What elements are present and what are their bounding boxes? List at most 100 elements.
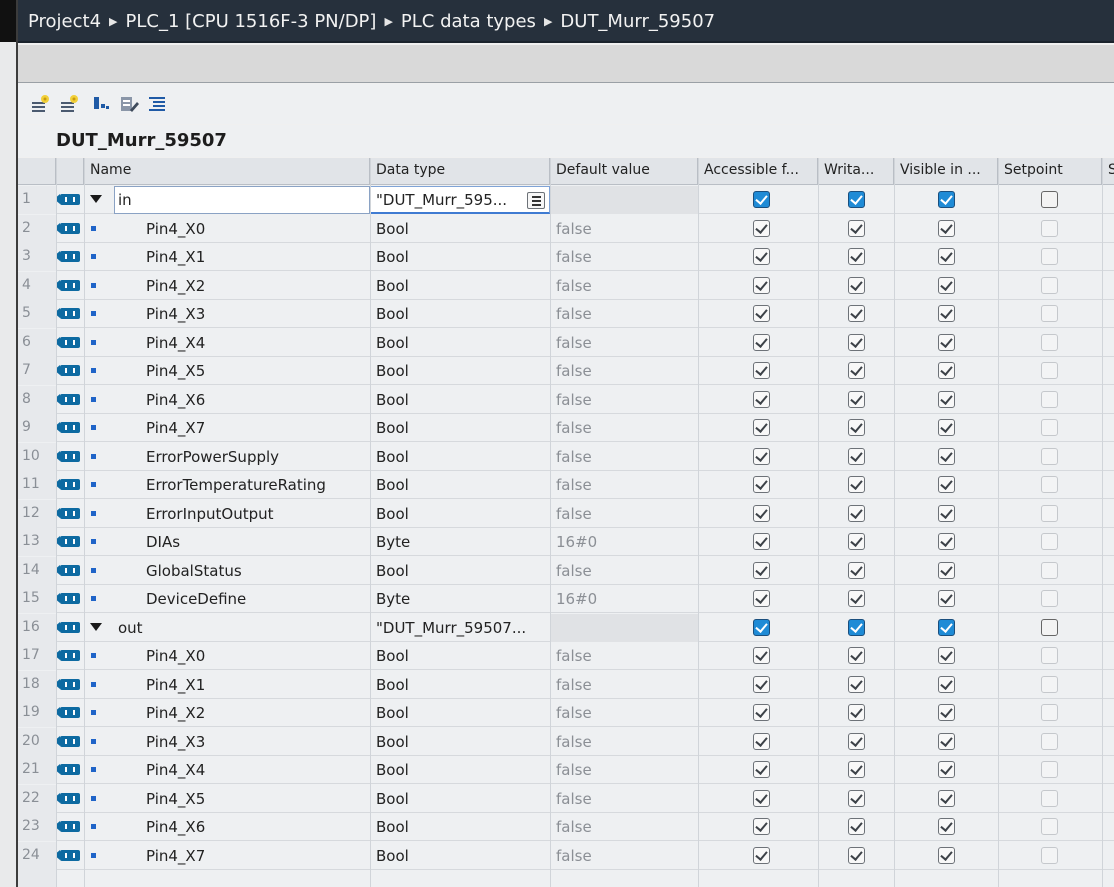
table-row[interactable]: 5 Pin4_X3 Bool false bbox=[18, 300, 1114, 328]
member-name[interactable]: ErrorInputOutput bbox=[114, 500, 370, 528]
member-default-value[interactable]: false bbox=[550, 756, 698, 784]
member-data-type[interactable]: Byte bbox=[370, 528, 550, 556]
member-name[interactable]: Pin4_X0 bbox=[114, 215, 370, 243]
breadcrumb-folder[interactable]: PLC data types bbox=[401, 11, 536, 32]
member-default-value[interactable]: false bbox=[550, 215, 698, 243]
writable-checkbox[interactable] bbox=[848, 191, 865, 208]
member-name[interactable]: Pin4_X7 bbox=[114, 842, 370, 870]
writable-checkbox[interactable] bbox=[848, 675, 865, 693]
column-header-writable[interactable]: Writa... bbox=[818, 158, 894, 185]
table-row[interactable]: 15 DeviceDefine Byte 16#0 bbox=[18, 585, 1114, 613]
accessible-checkbox[interactable] bbox=[753, 761, 770, 778]
member-name[interactable]: ErrorPowerSupply bbox=[114, 443, 370, 471]
list-view-icon[interactable] bbox=[146, 93, 168, 115]
member-data-type[interactable]: Bool bbox=[370, 329, 550, 357]
visible-checkbox[interactable] bbox=[938, 390, 955, 408]
member-name[interactable]: DeviceDefine bbox=[114, 585, 370, 613]
writable-checkbox[interactable] bbox=[848, 590, 865, 607]
member-name[interactable]: out bbox=[114, 614, 370, 642]
writable-checkbox[interactable] bbox=[848, 504, 865, 522]
member-default-value[interactable]: false bbox=[550, 272, 698, 300]
table-row[interactable]: 19 Pin4_X2 Bool false bbox=[18, 699, 1114, 727]
visible-checkbox[interactable] bbox=[938, 561, 955, 579]
table-row[interactable]: 14 GlobalStatus Bool false bbox=[18, 556, 1114, 585]
accessible-checkbox[interactable] bbox=[753, 276, 770, 294]
collapse-toggle-icon[interactable] bbox=[84, 186, 114, 214]
table-row[interactable]: 3 Pin4_X1 Bool false bbox=[18, 243, 1114, 271]
table-row[interactable]: 2 Pin4_X0 Bool false bbox=[18, 214, 1114, 243]
member-data-type[interactable]: Bool bbox=[370, 414, 550, 442]
table-row[interactable]: 23 Pin4_X6 Bool false bbox=[18, 813, 1114, 841]
visible-checkbox[interactable] bbox=[938, 675, 955, 693]
member-default-value[interactable]: false bbox=[550, 699, 698, 727]
member-name[interactable]: DIAs bbox=[114, 528, 370, 556]
expand-icon[interactable] bbox=[90, 93, 112, 115]
visible-checkbox[interactable] bbox=[938, 704, 955, 721]
member-name[interactable]: Pin4_X6 bbox=[114, 386, 370, 414]
empty-row[interactable] bbox=[18, 870, 1114, 887]
member-default-value[interactable]: 16#0 bbox=[550, 528, 698, 556]
writable-checkbox[interactable] bbox=[848, 561, 865, 579]
member-default-value[interactable]: false bbox=[550, 357, 698, 385]
visible-checkbox[interactable] bbox=[938, 248, 955, 265]
member-default-value[interactable]: false bbox=[550, 500, 698, 528]
member-data-type[interactable]: Bool bbox=[370, 300, 550, 328]
table-row[interactable]: 13 DIAs Byte 16#0 bbox=[18, 528, 1114, 556]
member-data-type[interactable]: Bool bbox=[370, 813, 550, 841]
accessible-checkbox[interactable] bbox=[753, 504, 770, 522]
member-data-type[interactable]: Bool bbox=[370, 785, 550, 813]
accessible-checkbox[interactable] bbox=[753, 590, 770, 607]
member-default-value[interactable]: false bbox=[550, 728, 698, 756]
table-row[interactable]: 24 Pin4_X7 Bool false bbox=[18, 841, 1114, 870]
member-data-type[interactable]: Bool bbox=[370, 215, 550, 243]
visible-checkbox[interactable] bbox=[938, 276, 955, 294]
column-header-default-value[interactable]: Default value bbox=[550, 158, 698, 185]
accessible-checkbox[interactable] bbox=[753, 248, 770, 265]
writable-checkbox[interactable] bbox=[848, 761, 865, 778]
member-name[interactable]: Pin4_X2 bbox=[114, 272, 370, 300]
member-data-type[interactable]: "DUT_Murr_59507... bbox=[370, 614, 550, 642]
writable-checkbox[interactable] bbox=[848, 818, 865, 835]
writable-checkbox[interactable] bbox=[848, 647, 865, 664]
writable-checkbox[interactable] bbox=[848, 704, 865, 721]
visible-checkbox[interactable] bbox=[938, 533, 955, 550]
member-name[interactable]: in bbox=[114, 186, 370, 214]
accessible-checkbox[interactable] bbox=[753, 191, 770, 208]
member-default-value[interactable]: false bbox=[550, 471, 698, 499]
table-row[interactable]: 9 Pin4_X7 Bool false bbox=[18, 414, 1114, 442]
writable-checkbox[interactable] bbox=[848, 333, 865, 351]
collapse-toggle-icon[interactable] bbox=[84, 614, 114, 642]
writable-checkbox[interactable] bbox=[848, 789, 865, 807]
member-default-value[interactable]: false bbox=[550, 300, 698, 328]
writable-checkbox[interactable] bbox=[848, 248, 865, 265]
member-data-type[interactable]: Bool bbox=[370, 842, 550, 870]
member-data-type[interactable]: Bool bbox=[370, 357, 550, 385]
member-data-type[interactable]: "DUT_Murr_595... bbox=[370, 186, 550, 214]
visible-checkbox[interactable] bbox=[938, 219, 955, 237]
table-row[interactable]: 7 Pin4_X5 Bool false bbox=[18, 357, 1114, 385]
writable-checkbox[interactable] bbox=[848, 447, 865, 465]
column-header-accessible[interactable]: Accessible f... bbox=[698, 158, 818, 185]
member-name[interactable]: Pin4_X4 bbox=[114, 756, 370, 784]
member-default-value[interactable]: false bbox=[550, 813, 698, 841]
visible-checkbox[interactable] bbox=[938, 732, 955, 750]
visible-checkbox[interactable] bbox=[938, 761, 955, 778]
column-header-name[interactable]: Name bbox=[84, 158, 370, 185]
visible-checkbox[interactable] bbox=[938, 789, 955, 807]
accessible-checkbox[interactable] bbox=[753, 675, 770, 693]
accessible-checkbox[interactable] bbox=[753, 618, 770, 636]
writable-checkbox[interactable] bbox=[848, 276, 865, 294]
table-row[interactable]: 11 ErrorTemperatureRating Bool false bbox=[18, 471, 1114, 499]
table-row[interactable]: 17 Pin4_X0 Bool false bbox=[18, 642, 1114, 670]
visible-checkbox[interactable] bbox=[938, 476, 955, 493]
member-default-value[interactable]: false bbox=[550, 642, 698, 670]
writable-checkbox[interactable] bbox=[848, 390, 865, 408]
member-default-value[interactable] bbox=[550, 186, 698, 214]
column-header-extra[interactable]: S bbox=[1102, 158, 1114, 185]
breadcrumb-plc[interactable]: PLC_1 [CPU 1516F-3 PN/DP] bbox=[126, 11, 377, 32]
visible-checkbox[interactable] bbox=[938, 818, 955, 835]
member-name[interactable]: Pin4_X3 bbox=[114, 728, 370, 756]
member-name[interactable]: Pin4_X0 bbox=[114, 642, 370, 670]
writable-checkbox[interactable] bbox=[848, 305, 865, 322]
member-name[interactable]: Pin4_X5 bbox=[114, 785, 370, 813]
